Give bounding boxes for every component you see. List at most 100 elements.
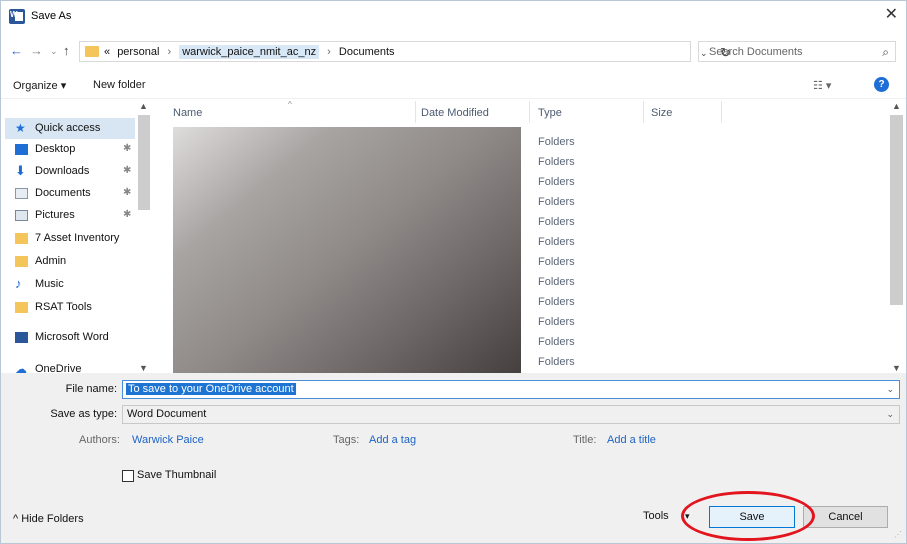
folder-icon	[15, 256, 28, 267]
column-header-type[interactable]: Type	[538, 107, 562, 119]
column-header-size[interactable]: Size	[651, 107, 672, 119]
back-arrow-icon[interactable]: ←	[10, 43, 23, 58]
breadcrumb-overflow[interactable]: «	[104, 46, 110, 58]
window-title: Save As	[31, 10, 72, 22]
title-bar: Save As ✕	[1, 1, 906, 31]
breadcrumb-separator: ›	[167, 46, 172, 58]
sort-ascending-icon: ^	[288, 101, 292, 109]
scrollbar-thumb[interactable]	[138, 115, 150, 210]
scrollbar-thumb[interactable]	[890, 115, 903, 305]
pin-icon: ✱	[123, 165, 132, 176]
forward-arrow-icon[interactable]: →	[30, 43, 43, 58]
sidebar-item-label: OneDrive	[35, 363, 82, 373]
close-icon[interactable]: ✕	[885, 7, 898, 23]
pin-icon: ✱	[123, 187, 132, 198]
column-divider[interactable]	[643, 101, 644, 123]
sidebar-item-downloads[interactable]: ⬇ Downloads ✱	[5, 161, 135, 182]
pin-icon: ✱	[123, 209, 132, 220]
list-item-type: Folders	[538, 236, 575, 248]
sidebar-item-admin[interactable]: Admin	[5, 251, 135, 272]
title-field[interactable]: Add a title	[607, 434, 656, 446]
sidebar-item-desktop[interactable]: Desktop ✱	[5, 139, 135, 160]
column-divider[interactable]	[721, 101, 722, 123]
list-item-type: Folders	[538, 176, 575, 188]
sidebar-item-label: Microsoft Word	[35, 331, 109, 343]
sidebar-item-quick-access[interactable]: ★ Quick access	[5, 118, 135, 139]
sidebar-item-rsat-tools[interactable]: RSAT Tools	[5, 297, 135, 318]
resize-grip-icon[interactable]: ⋰	[894, 530, 902, 539]
folder-icon	[85, 46, 99, 57]
list-item-type: Folders	[538, 196, 575, 208]
breadcrumb-item-account[interactable]: warwick_paice_nmit_ac_nz	[179, 45, 320, 59]
command-toolbar: Organize ▾ New folder ☷ ▾ ?	[1, 73, 906, 99]
new-folder-button[interactable]: New folder	[93, 79, 146, 91]
column-divider[interactable]	[415, 101, 416, 123]
pin-icon: ✱	[123, 143, 132, 154]
breadcrumb-item-documents[interactable]: Documents	[339, 46, 395, 58]
redacted-folder-names	[173, 127, 521, 373]
sidebar-item-asset-inventory[interactable]: 7 Asset Inventory	[5, 228, 135, 249]
navigation-scrollbar[interactable]: ▲ ▼	[136, 101, 152, 373]
list-item-type: Folders	[538, 216, 575, 228]
authors-value[interactable]: Warwick Paice	[132, 434, 204, 446]
tags-field[interactable]: Add a tag	[369, 434, 416, 446]
scroll-up-icon[interactable]: ▲	[892, 101, 901, 111]
sidebar-item-label: Desktop	[35, 143, 76, 155]
file-name-input[interactable]: To save to your OneDrive account ⌄	[122, 380, 900, 399]
sidebar-item-label: RSAT Tools	[35, 301, 92, 313]
file-list-scrollbar[interactable]: ▲ ▼	[888, 101, 904, 373]
search-icon: ⌕	[882, 45, 889, 59]
search-placeholder: Search Documents	[709, 46, 803, 58]
tags-label: Tags:	[333, 434, 360, 446]
organize-button[interactable]: Organize ▾	[13, 79, 66, 92]
save-type-label: Save as type:	[50, 408, 117, 420]
view-options-icon[interactable]: ☷ ▾	[813, 79, 831, 92]
save-type-value: Word Document	[127, 408, 207, 420]
sidebar-item-label: Documents	[35, 187, 91, 199]
sidebar-item-documents[interactable]: Documents ✱	[5, 183, 135, 204]
sidebar-item-label: 7 Asset Inventory	[35, 232, 120, 244]
breadcrumb-separator: ›	[327, 46, 331, 58]
sidebar-item-label: Admin	[35, 255, 67, 267]
word-icon	[15, 332, 28, 343]
save-options-panel: File name: To save to your OneDrive acco…	[1, 373, 906, 543]
address-row: ← → ⌄ ↑ « personal › warwick_paice_nmit_…	[1, 39, 906, 65]
sidebar-item-onedrive[interactable]: ☁ OneDrive	[5, 359, 135, 373]
save-thumbnail-checkbox[interactable]	[122, 470, 134, 482]
folder-icon	[15, 233, 28, 244]
list-item-type: Folders	[538, 136, 575, 148]
column-header-name[interactable]: Name	[173, 107, 202, 119]
sidebar-item-music[interactable]: ♪ Music	[5, 274, 135, 295]
chevron-down-icon[interactable]: ⌄	[886, 409, 894, 420]
cancel-button[interactable]: Cancel	[803, 506, 888, 528]
help-icon[interactable]: ?	[874, 77, 889, 92]
list-item-type: Folders	[538, 276, 575, 288]
hide-folders-button[interactable]: ^ Hide Folders	[13, 513, 84, 525]
column-header-date-modified[interactable]: Date Modified	[421, 107, 489, 119]
address-bar[interactable]: « personal › warwick_paice_nmit_ac_nz › …	[79, 41, 731, 62]
chevron-down-icon[interactable]: ⌄	[886, 384, 894, 395]
breadcrumb-item-personal[interactable]: personal	[117, 46, 159, 58]
sidebar-item-pictures[interactable]: Pictures ✱	[5, 205, 135, 226]
list-item-type: Folders	[538, 256, 575, 268]
scroll-up-icon[interactable]: ▲	[139, 101, 148, 111]
file-list: ^ Name Date Modified Type Size Folders F…	[163, 101, 906, 373]
tools-button[interactable]: Tools	[643, 510, 669, 522]
column-divider[interactable]	[529, 101, 530, 123]
download-icon: ⬇	[15, 163, 26, 178]
sidebar-item-label: Downloads	[35, 165, 90, 177]
sidebar-item-label: Pictures	[35, 209, 75, 221]
file-name-value: To save to your OneDrive account	[126, 383, 296, 395]
music-icon: ♪	[15, 276, 22, 291]
list-item-type: Folders	[538, 156, 575, 168]
save-type-select[interactable]: Word Document ⌄	[122, 405, 900, 424]
list-item-type: Folders	[538, 316, 575, 328]
sidebar-item-microsoft-word[interactable]: Microsoft Word	[5, 327, 135, 348]
document-icon	[15, 188, 28, 199]
scroll-down-icon[interactable]: ▼	[892, 363, 901, 373]
recent-locations-chevron-icon[interactable]: ⌄	[50, 46, 58, 57]
search-input[interactable]: Search Documents ⌕	[698, 41, 896, 62]
folder-icon	[15, 302, 28, 313]
scroll-down-icon[interactable]: ▼	[139, 363, 148, 373]
up-arrow-icon[interactable]: ↑	[63, 43, 70, 58]
